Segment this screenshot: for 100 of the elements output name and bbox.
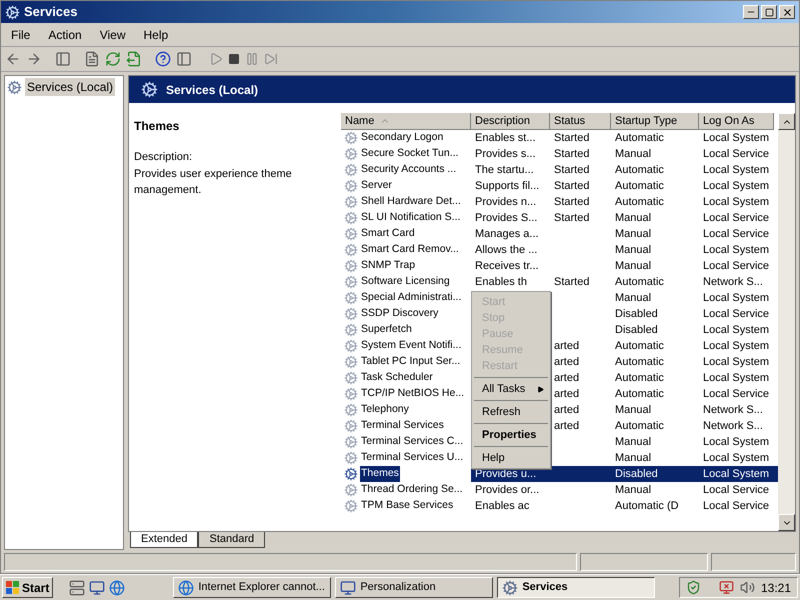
globe-icon[interactable]: [109, 580, 126, 596]
menu-item[interactable]: Help: [472, 450, 550, 466]
refresh-icon[interactable]: [105, 51, 121, 67]
server-icon[interactable]: [69, 580, 86, 596]
list-icon[interactable]: [84, 51, 100, 67]
column-header[interactable]: Description: [471, 113, 550, 130]
column-header[interactable]: Name: [341, 113, 471, 130]
menu-item[interactable]: Help: [138, 26, 174, 44]
table-cell: Started: [554, 164, 590, 176]
gear-icon: [141, 81, 158, 98]
menu-item[interactable]: Action: [42, 26, 88, 44]
table-cell[interactable]: Task Scheduler: [360, 370, 434, 386]
stop-icon[interactable]: [228, 53, 240, 65]
close-icon: [782, 6, 792, 18]
table-cell[interactable]: Smart Card Remov...: [360, 242, 460, 258]
scroll-up-button[interactable]: [778, 113, 795, 130]
table-cell: Automatic: [615, 420, 664, 432]
table-cell[interactable]: Special Administrati...: [360, 290, 462, 306]
panel-icon[interactable]: [176, 51, 192, 67]
menu-item[interactable]: Refresh: [472, 404, 550, 420]
table-cell: Local Service: [703, 500, 770, 512]
table-cell: Disabled: [615, 468, 658, 480]
menu-item[interactable]: View: [94, 26, 132, 44]
maximize-button[interactable]: [761, 5, 777, 19]
gear-icon: [344, 147, 358, 161]
panel-icon[interactable]: [55, 51, 71, 67]
gear-icon: [344, 467, 358, 481]
column-header[interactable]: Status: [550, 113, 611, 130]
table-cell: Network S...: [703, 404, 763, 416]
table-cell: Automatic: [615, 164, 664, 176]
table-cell: Provides s...: [475, 148, 536, 160]
desktop-icon[interactable]: [89, 580, 106, 596]
column-header[interactable]: Startup Type: [611, 113, 699, 130]
taskbar-button[interactable]: Services: [497, 577, 656, 598]
table-cell[interactable]: System Event Notifi...: [360, 338, 462, 354]
monitor-icon: [340, 580, 356, 596]
table-cell: Enables ac: [475, 500, 530, 512]
table-cell: Receives tr...: [475, 260, 539, 272]
help-icon[interactable]: [155, 51, 171, 67]
table-cell[interactable]: Themes: [360, 466, 400, 482]
gear-icon: [344, 403, 358, 417]
table-cell: Local Service: [703, 148, 770, 160]
export-icon[interactable]: [126, 51, 142, 67]
table-cell: Local System: [703, 356, 770, 368]
table-cell: Manual: [615, 452, 652, 464]
table-cell[interactable]: Terminal Services: [360, 418, 445, 434]
network-icon[interactable]: [718, 580, 734, 595]
start-button[interactable]: Start: [2, 577, 54, 598]
table-cell: Network S...: [703, 276, 763, 288]
speaker-icon[interactable]: [740, 580, 755, 595]
table-cell: Provides S...: [475, 212, 538, 224]
shield-icon[interactable]: [686, 580, 701, 595]
taskbar-button[interactable]: Internet Explorer cannot...: [173, 577, 332, 598]
table-cell[interactable]: Thread Ordering Se...: [360, 482, 464, 498]
menu-item[interactable]: Properties: [472, 427, 550, 443]
table-cell: Local System: [703, 468, 770, 480]
table-cell[interactable]: Security Accounts ...: [360, 162, 458, 178]
view-tab[interactable]: Extended: [130, 532, 198, 548]
table-cell[interactable]: Superfetch: [360, 322, 413, 338]
table-cell[interactable]: Terminal Services C...: [360, 434, 464, 450]
column-header[interactable]: Log On As: [699, 113, 774, 130]
table-cell: Disabled: [615, 308, 658, 320]
menu-item[interactable]: File: [5, 26, 36, 44]
close-button[interactable]: [779, 5, 795, 19]
table-cell: Supports fil...: [475, 180, 540, 192]
forward-icon[interactable]: [26, 51, 42, 67]
table-cell: Disabled: [615, 324, 658, 336]
table-cell: Manual: [615, 148, 652, 160]
table-cell: Started: [554, 196, 590, 208]
table-cell: Manual: [615, 244, 652, 256]
table-cell: Manual: [615, 484, 652, 496]
table-cell[interactable]: SSDP Discovery: [360, 306, 440, 322]
table-cell[interactable]: TCP/IP NetBIOS He...: [360, 386, 466, 402]
table-cell[interactable]: Telephony: [360, 402, 410, 418]
table-cell[interactable]: Software Licensing: [360, 274, 451, 290]
menu-item[interactable]: All Tasks: [472, 381, 550, 397]
minimize-button[interactable]: [743, 5, 759, 19]
table-cell[interactable]: Tablet PC Input Ser...: [360, 354, 462, 370]
table-cell: Manual: [615, 404, 652, 416]
back-icon[interactable]: [5, 51, 21, 67]
tree-item[interactable]: Services (Local): [25, 78, 116, 96]
submenu-arrow-icon: [537, 386, 544, 392]
scroll-down-button[interactable]: [778, 514, 795, 531]
table-cell[interactable]: Server: [360, 178, 393, 194]
table-cell[interactable]: Secondary Logon: [360, 130, 444, 146]
table-cell[interactable]: Shell Hardware Det...: [360, 194, 462, 210]
table-cell: arted: [554, 372, 580, 384]
table-cell[interactable]: Terminal Services U...: [360, 450, 464, 466]
view-tab[interactable]: Standard: [198, 532, 266, 548]
table-cell: Automatic: [615, 340, 664, 352]
table-cell[interactable]: TPM Base Services: [360, 498, 454, 514]
table-cell: Local Service: [703, 212, 770, 224]
table-cell[interactable]: Secure Socket Tun...: [360, 146, 460, 162]
table-cell: Local Service: [703, 228, 770, 240]
taskbar-button[interactable]: Personalization: [335, 577, 494, 598]
table-cell[interactable]: Smart Card: [360, 226, 416, 242]
gear-icon: [344, 499, 358, 513]
gear-icon: [344, 163, 358, 177]
table-cell[interactable]: SL UI Notification S...: [360, 210, 462, 226]
table-cell[interactable]: SNMP Trap: [360, 258, 416, 274]
